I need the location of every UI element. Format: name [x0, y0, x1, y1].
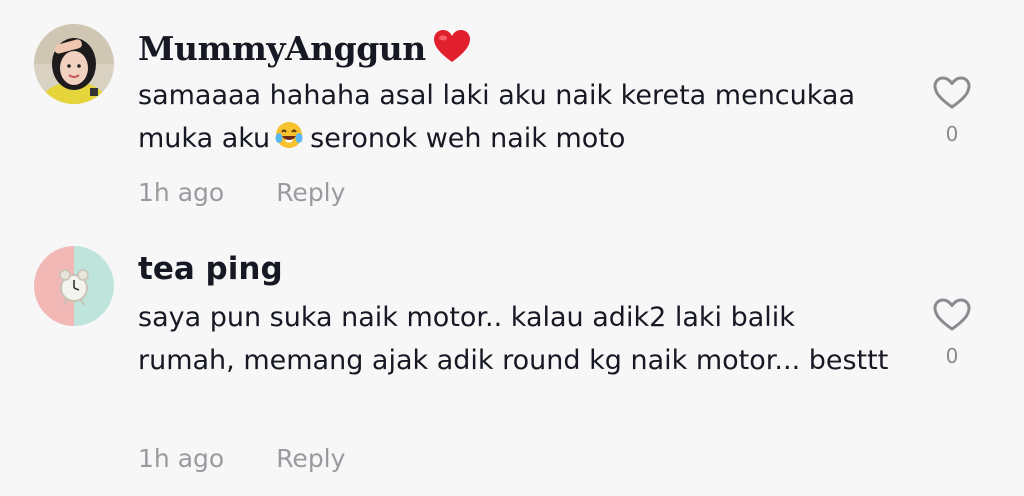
like-control: 0 [930, 76, 974, 146]
like-count: 0 [945, 122, 959, 146]
like-control: 0 [930, 298, 974, 368]
comment-meta: 1h ago Reply [138, 444, 345, 473]
avatar[interactable] [34, 246, 114, 326]
tears-of-joy-icon [274, 120, 304, 163]
heart-outline-icon[interactable] [933, 298, 971, 332]
comment-username[interactable]: MummyAnggun [138, 30, 470, 69]
avatar[interactable] [34, 24, 114, 104]
comment-text: saya pun suka naik motor.. kalau adik2 l… [138, 302, 889, 376]
comment-meta: 1h ago Reply [138, 178, 345, 207]
red-heart-icon [433, 30, 470, 69]
comment-item: tea ping saya pun suka naik motor.. kala… [0, 230, 1024, 496]
comment-time: 1h ago [138, 178, 225, 207]
reply-button[interactable]: Reply [276, 178, 345, 207]
comment-time: 1h ago [138, 444, 225, 473]
comment-text: samaaaa hahaha asal laki aku naik kereta… [138, 74, 898, 163]
comment-item: MummyAnggun samaaaa hahaha asal laki aku… [0, 0, 1024, 230]
comment-username[interactable]: tea ping [138, 254, 283, 285]
reply-button[interactable]: Reply [276, 444, 345, 473]
heart-outline-icon[interactable] [933, 76, 971, 110]
like-count: 0 [945, 344, 959, 368]
